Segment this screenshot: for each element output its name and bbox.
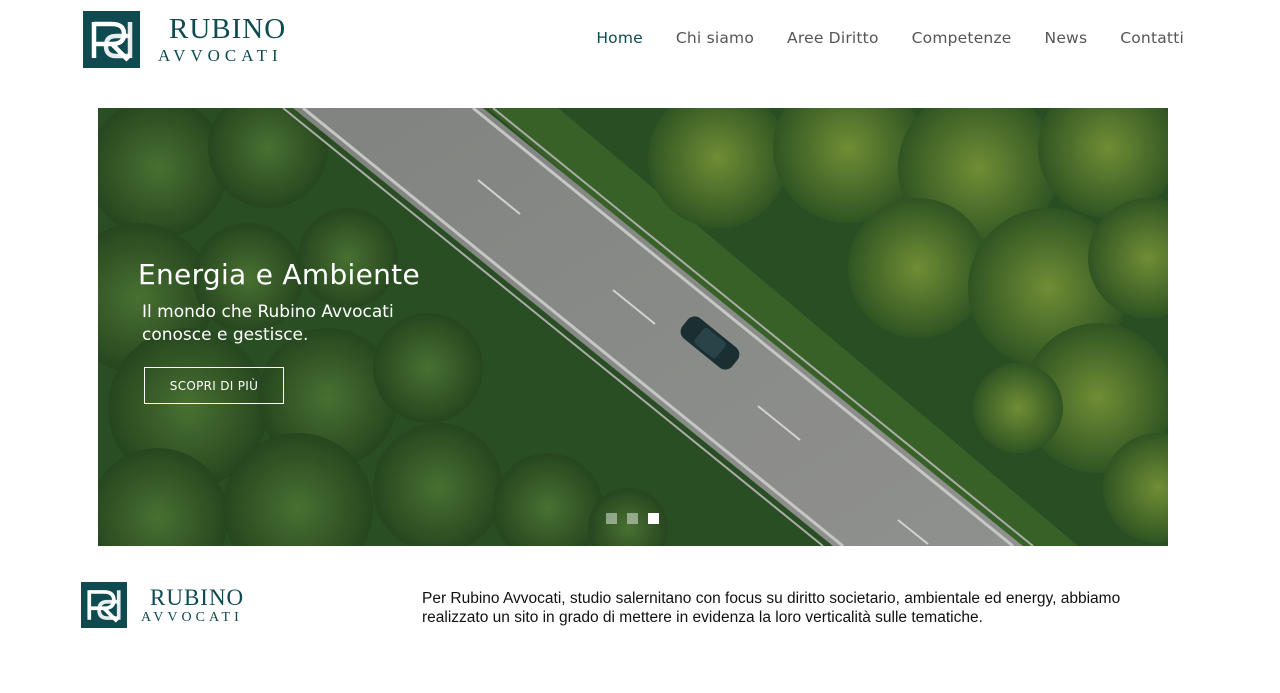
project-description: Per Rubino Avvocati, studio salernitano … — [422, 590, 1121, 626]
rr-monogram-icon — [81, 582, 127, 628]
hero-caption: Energia e Ambiente Il mondo che Rubino A… — [138, 258, 442, 347]
nav-item-chi-siamo[interactable]: Chi siamo — [676, 29, 754, 47]
brand-logo[interactable]: RUBINO AVVOCATI — [83, 11, 286, 68]
nav-item-competenze[interactable]: Competenze — [912, 29, 1012, 47]
rr-monogram-icon — [83, 11, 140, 68]
site-header: RUBINO AVVOCATI Home Chi siamo Aree Diri… — [0, 0, 1280, 80]
hero-slider: Energia e Ambiente Il mondo che Rubino A… — [98, 108, 1168, 546]
slide-dot-2[interactable] — [627, 513, 638, 524]
hero-subtitle: Il mondo che Rubino Avvocati conosce e g… — [142, 302, 394, 345]
discover-more-button[interactable]: SCOPRI DI PIÙ — [144, 367, 284, 404]
brand-subtitle: AVVOCATI — [158, 46, 283, 65]
hero-title: Energia e Ambiente — [138, 258, 420, 291]
brand-subtitle-footer: AVVOCATI — [141, 609, 243, 625]
main-nav: Home Chi siamo Aree Diritto Competenze N… — [563, 29, 1184, 47]
nav-item-home[interactable]: Home — [596, 29, 643, 47]
nav-item-contatti[interactable]: Contatti — [1120, 29, 1184, 47]
nav-item-news[interactable]: News — [1045, 29, 1088, 47]
slider-pagination — [606, 513, 659, 524]
nav-item-aree-diritto[interactable]: Aree Diritto — [787, 29, 879, 47]
brand-name: RUBINO — [169, 13, 287, 45]
brand-name-footer: RUBINO — [150, 584, 245, 610]
slide-dot-3[interactable] — [648, 513, 659, 524]
slide-dot-1[interactable] — [606, 513, 617, 524]
brand-logo-footer: RUBINO AVVOCATI — [81, 582, 244, 628]
